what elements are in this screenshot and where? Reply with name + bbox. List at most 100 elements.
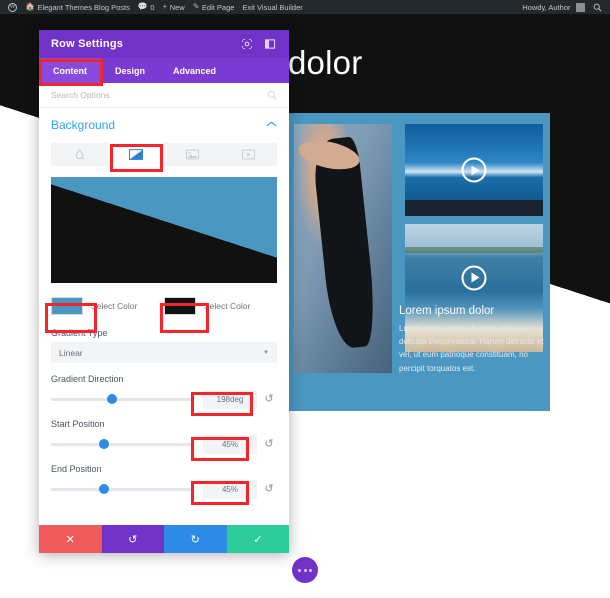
pencil-icon: ✎ (192, 2, 200, 11)
howdy-label: Howdy, Author (522, 2, 571, 12)
undo-icon: ↺ (128, 533, 138, 546)
redo-icon: ↻ (190, 533, 200, 546)
caret-down-icon: ▼ (263, 349, 269, 356)
tab-content[interactable]: Content (39, 58, 101, 83)
wp-logo-menu[interactable]: W (4, 0, 21, 14)
video-thumbnail-top[interactable] (405, 124, 543, 216)
background-image-tab[interactable] (164, 143, 221, 166)
admin-search-button[interactable] (589, 0, 606, 14)
tab-content-label: Content (53, 65, 87, 76)
play-icon[interactable] (461, 157, 487, 183)
end-position-label: End Position (51, 464, 102, 474)
row-settings-modal: Row Settings Content Design Advanced Sea… (39, 30, 289, 553)
text-block-title: Lorem ipsum dolor (399, 305, 495, 317)
dot-icon (298, 568, 301, 572)
image-icon (185, 149, 199, 160)
end-color-label: Select Color (204, 301, 251, 311)
account-menu[interactable]: Howdy, Author (518, 0, 589, 14)
wordpress-logo-icon: W (8, 2, 17, 12)
new-label: New (169, 2, 185, 12)
exit-builder-label: Exit Visual Builder (242, 2, 303, 12)
end-color-picker[interactable]: Select Color (164, 297, 277, 315)
tab-advanced[interactable]: Advanced (159, 58, 230, 83)
modal-body: Background Select Color Select Color Gra… (39, 108, 289, 525)
chevron-up-icon[interactable] (266, 120, 277, 130)
start-position-slider-row: 45% ↺ (51, 433, 277, 455)
text-block-body: Lorem ipsum dolor sit amet, est cu delic… (399, 324, 544, 373)
end-position-slider-row: 45% ↺ (51, 478, 277, 500)
background-video-tab[interactable] (221, 143, 278, 166)
start-color-swatch[interactable] (51, 297, 83, 315)
end-position-slider[interactable] (51, 484, 193, 494)
reset-icon[interactable]: ↺ (261, 393, 277, 405)
modal-footer: ✕ ↺ ↻ ✓ (39, 525, 289, 553)
search-icon (593, 3, 602, 12)
gradient-direction-label: Gradient Direction (51, 374, 124, 384)
background-color-tab[interactable] (51, 143, 108, 166)
wp-admin-bar: W 🏠 Elegant Themes Blog Posts 💬 0 + New … (0, 0, 610, 14)
gradient-type-select[interactable]: Linear ▼ (51, 342, 277, 363)
video-icon (242, 149, 256, 160)
background-section-header[interactable]: Background (51, 118, 277, 132)
play-icon[interactable] (461, 265, 487, 291)
end-color-swatch[interactable] (164, 297, 196, 315)
cancel-button[interactable]: ✕ (39, 525, 102, 553)
close-x-icon: ✕ (65, 533, 75, 546)
start-position-label: Start Position (51, 419, 105, 429)
panel-layout-icon[interactable] (263, 38, 277, 51)
slider-knob[interactable] (98, 484, 109, 494)
page-title: dolor (288, 44, 363, 81)
gradient-icon (128, 149, 143, 160)
home-icon: 🏠 (25, 2, 35, 11)
modal-title: Row Settings (51, 38, 124, 50)
page-settings-ellipsis-button[interactable] (292, 557, 318, 583)
tab-design[interactable]: Design (101, 58, 159, 83)
save-button[interactable]: ✓ (226, 525, 289, 553)
text-block: Lorem ipsum dolor Lorem ipsum dolor sit … (399, 305, 547, 375)
gradient-direction-slider-row: 198deg ↺ (51, 388, 277, 410)
start-color-picker[interactable]: Select Color (51, 297, 164, 315)
gradient-type-value: Linear (59, 347, 83, 358)
search-icon (267, 90, 277, 100)
site-name-label: Elegant Themes Blog Posts (37, 2, 130, 12)
dot-icon (309, 568, 312, 572)
exit-visual-builder-link[interactable]: Exit Visual Builder (238, 0, 306, 14)
yoga-portrait-image (294, 124, 392, 373)
edit-page-label: Edit Page (201, 2, 235, 12)
edit-page-link[interactable]: ✎ Edit Page (189, 0, 239, 14)
color-droplet-icon (75, 149, 85, 160)
expand-settings-icon[interactable] (240, 38, 254, 51)
undo-button[interactable]: ↺ (101, 525, 164, 553)
avatar (576, 2, 585, 12)
checkmark-icon: ✓ (253, 533, 263, 546)
background-gradient-tab[interactable] (107, 143, 164, 166)
site-name-menu[interactable]: 🏠 Elegant Themes Blog Posts (21, 0, 134, 14)
reset-icon[interactable]: ↺ (261, 483, 277, 495)
gradient-direction-slider[interactable] (51, 394, 193, 404)
comments-menu[interactable]: 💬 0 (134, 0, 159, 14)
search-input[interactable] (51, 90, 267, 100)
gradient-type-label: Gradient Type (51, 328, 108, 338)
start-position-slider[interactable] (51, 439, 193, 449)
comment-bubble-icon: 💬 (137, 2, 148, 11)
reset-icon[interactable]: ↺ (261, 438, 277, 450)
slider-knob[interactable] (98, 439, 109, 449)
gradient-colors-row: Select Color Select Color (51, 294, 277, 318)
slider-knob[interactable] (107, 394, 118, 404)
search-options-row[interactable] (39, 83, 289, 108)
redo-button[interactable]: ↻ (164, 525, 227, 553)
gradient-preview (51, 177, 277, 283)
modal-header: Row Settings (39, 30, 289, 58)
start-color-label: Select Color (91, 301, 138, 311)
plus-icon: + (162, 2, 168, 11)
new-content-menu[interactable]: + New (159, 0, 189, 14)
start-position-value[interactable]: 45% (203, 434, 257, 454)
end-position-value[interactable]: 45% (203, 479, 257, 499)
tab-advanced-label: Advanced (173, 65, 217, 76)
modal-tabs: Content Design Advanced (39, 58, 289, 83)
section-title: Background (51, 118, 116, 132)
tab-design-label: Design (115, 65, 146, 76)
dot-icon (303, 568, 307, 572)
background-type-tabs (51, 143, 277, 166)
gradient-direction-value[interactable]: 198deg (203, 389, 257, 409)
